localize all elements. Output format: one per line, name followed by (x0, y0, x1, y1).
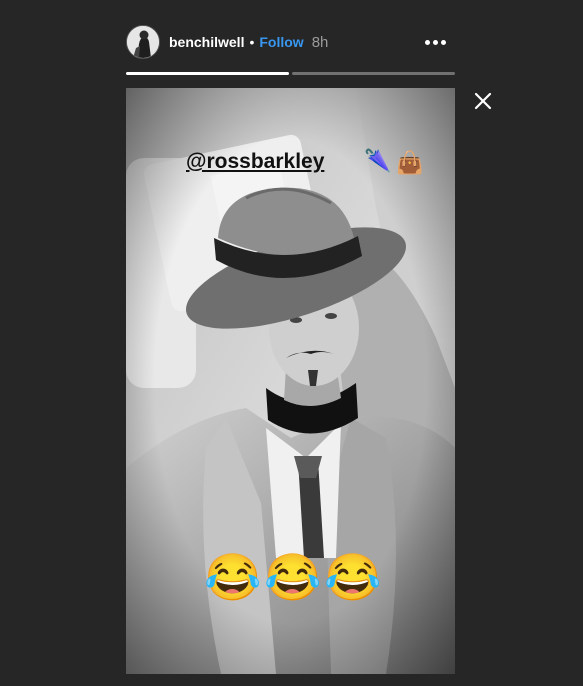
progress-segment (126, 72, 289, 75)
username-link[interactable]: benchilwell (169, 34, 244, 50)
umbrella-sticker: 🌂 (364, 148, 392, 173)
avatar-image (127, 26, 159, 58)
story-progress-bar (126, 72, 455, 75)
laughing-emoji: 😂 (324, 551, 382, 603)
story-viewer: benchilwell • Follow 8h @rossbarkley 🌂 👜… (0, 0, 583, 686)
laughing-emoji-row: 😂 😂 😂 (204, 550, 382, 604)
laughing-emoji: 😂 (264, 551, 322, 603)
post-time: 8h (311, 33, 329, 51)
more-options-icon[interactable] (425, 39, 446, 45)
avatar[interactable] (126, 25, 160, 59)
laughing-emoji: 😂 (204, 551, 262, 603)
handbag-sticker: 👜 (396, 150, 424, 175)
follow-button[interactable]: Follow (259, 34, 303, 50)
separator-dot: • (249, 34, 255, 50)
mention-tag[interactable]: @rossbarkley (186, 150, 324, 174)
story-media[interactable]: @rossbarkley 🌂 👜 😂 😂 😂 (126, 88, 455, 674)
close-icon[interactable] (472, 90, 494, 112)
progress-segment (292, 72, 455, 75)
story-header: benchilwell • Follow 8h (126, 24, 456, 60)
